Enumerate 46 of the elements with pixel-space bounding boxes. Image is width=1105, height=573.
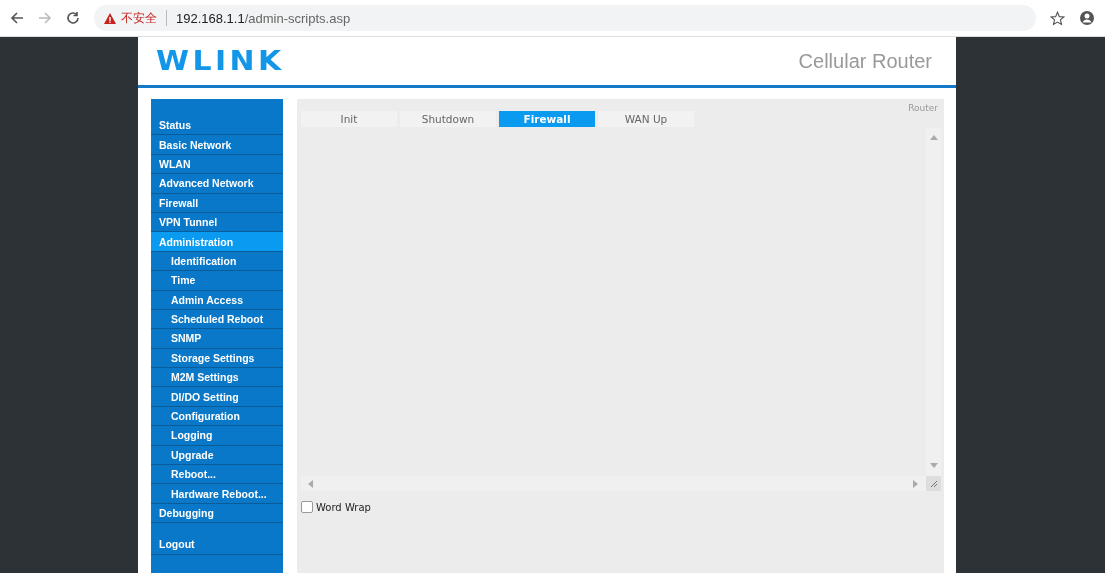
sidebar-subitem[interactable]: DI/DO Setting bbox=[151, 387, 283, 407]
scroll-down-icon[interactable] bbox=[929, 462, 938, 470]
sidebar-item[interactable]: Status bbox=[151, 116, 283, 136]
sidebar-subitem[interactable]: M2M Settings bbox=[151, 368, 283, 388]
checkbox-label: Word Wrap bbox=[316, 501, 371, 513]
sidebar-item[interactable]: WLAN bbox=[151, 154, 283, 175]
scroll-right-icon[interactable] bbox=[912, 479, 920, 488]
sidebar-subitem[interactable]: SNMP bbox=[151, 329, 283, 349]
vertical-scrollbar[interactable] bbox=[926, 128, 941, 476]
sidebar-subitem[interactable]: Configuration bbox=[151, 406, 283, 427]
back-icon[interactable] bbox=[10, 11, 24, 25]
sidebar-item[interactable]: Basic Network bbox=[151, 135, 283, 155]
sidebar-item[interactable]: Firewall bbox=[151, 193, 283, 213]
product-title: Cellular Router bbox=[798, 49, 932, 73]
warning-icon bbox=[104, 12, 116, 24]
sidebar-subitem[interactable]: Storage Settings bbox=[151, 348, 283, 369]
tab[interactable]: Init bbox=[301, 111, 397, 127]
sidebar-subitem[interactable]: Time bbox=[151, 271, 283, 291]
sidebar-item[interactable]: Advanced Network bbox=[151, 174, 283, 194]
sidebar-subitem[interactable]: Reboot... bbox=[151, 465, 283, 485]
tab[interactable]: Firewall bbox=[499, 111, 595, 127]
sidebar-item[interactable]: Debugging bbox=[151, 503, 283, 524]
reload-icon[interactable] bbox=[66, 11, 80, 25]
tab[interactable]: WAN Up bbox=[598, 111, 694, 127]
sidebar-item[interactable]: Administration bbox=[151, 232, 283, 252]
sidebar-subitem[interactable]: Scheduled Reboot bbox=[151, 309, 283, 330]
logo: WLINK bbox=[156, 46, 285, 76]
sidebar-subitem[interactable]: Logging bbox=[151, 426, 283, 446]
scroll-up-icon[interactable] bbox=[929, 134, 938, 142]
checkbox[interactable] bbox=[301, 501, 313, 513]
url-text: 192.168.1.1/admin-scripts.asp bbox=[176, 10, 351, 26]
account-icon[interactable] bbox=[1079, 10, 1095, 26]
scroll-left-icon[interactable] bbox=[307, 479, 315, 488]
horizontal-scrollbar[interactable] bbox=[301, 476, 926, 491]
sidebar-subitem[interactable]: Upgrade bbox=[151, 445, 283, 466]
sidebar-subitem[interactable]: Identification bbox=[151, 251, 283, 272]
security-warning: 不安全 bbox=[121, 9, 157, 27]
tab[interactable]: Shutdown bbox=[400, 111, 496, 127]
sidebar-subitem[interactable]: Hardware Reboot... bbox=[151, 484, 283, 504]
resize-grip-icon[interactable] bbox=[929, 479, 938, 488]
star-icon[interactable] bbox=[1050, 10, 1065, 26]
address-bar[interactable]: 不安全 192.168.1.1/admin-scripts.asp bbox=[94, 5, 1036, 31]
sidebar-subitem[interactable]: Admin Access bbox=[151, 290, 283, 310]
forward-icon[interactable] bbox=[38, 11, 52, 25]
corner-label: Router bbox=[908, 103, 938, 113]
logout-link[interactable]: Logout bbox=[151, 535, 283, 555]
